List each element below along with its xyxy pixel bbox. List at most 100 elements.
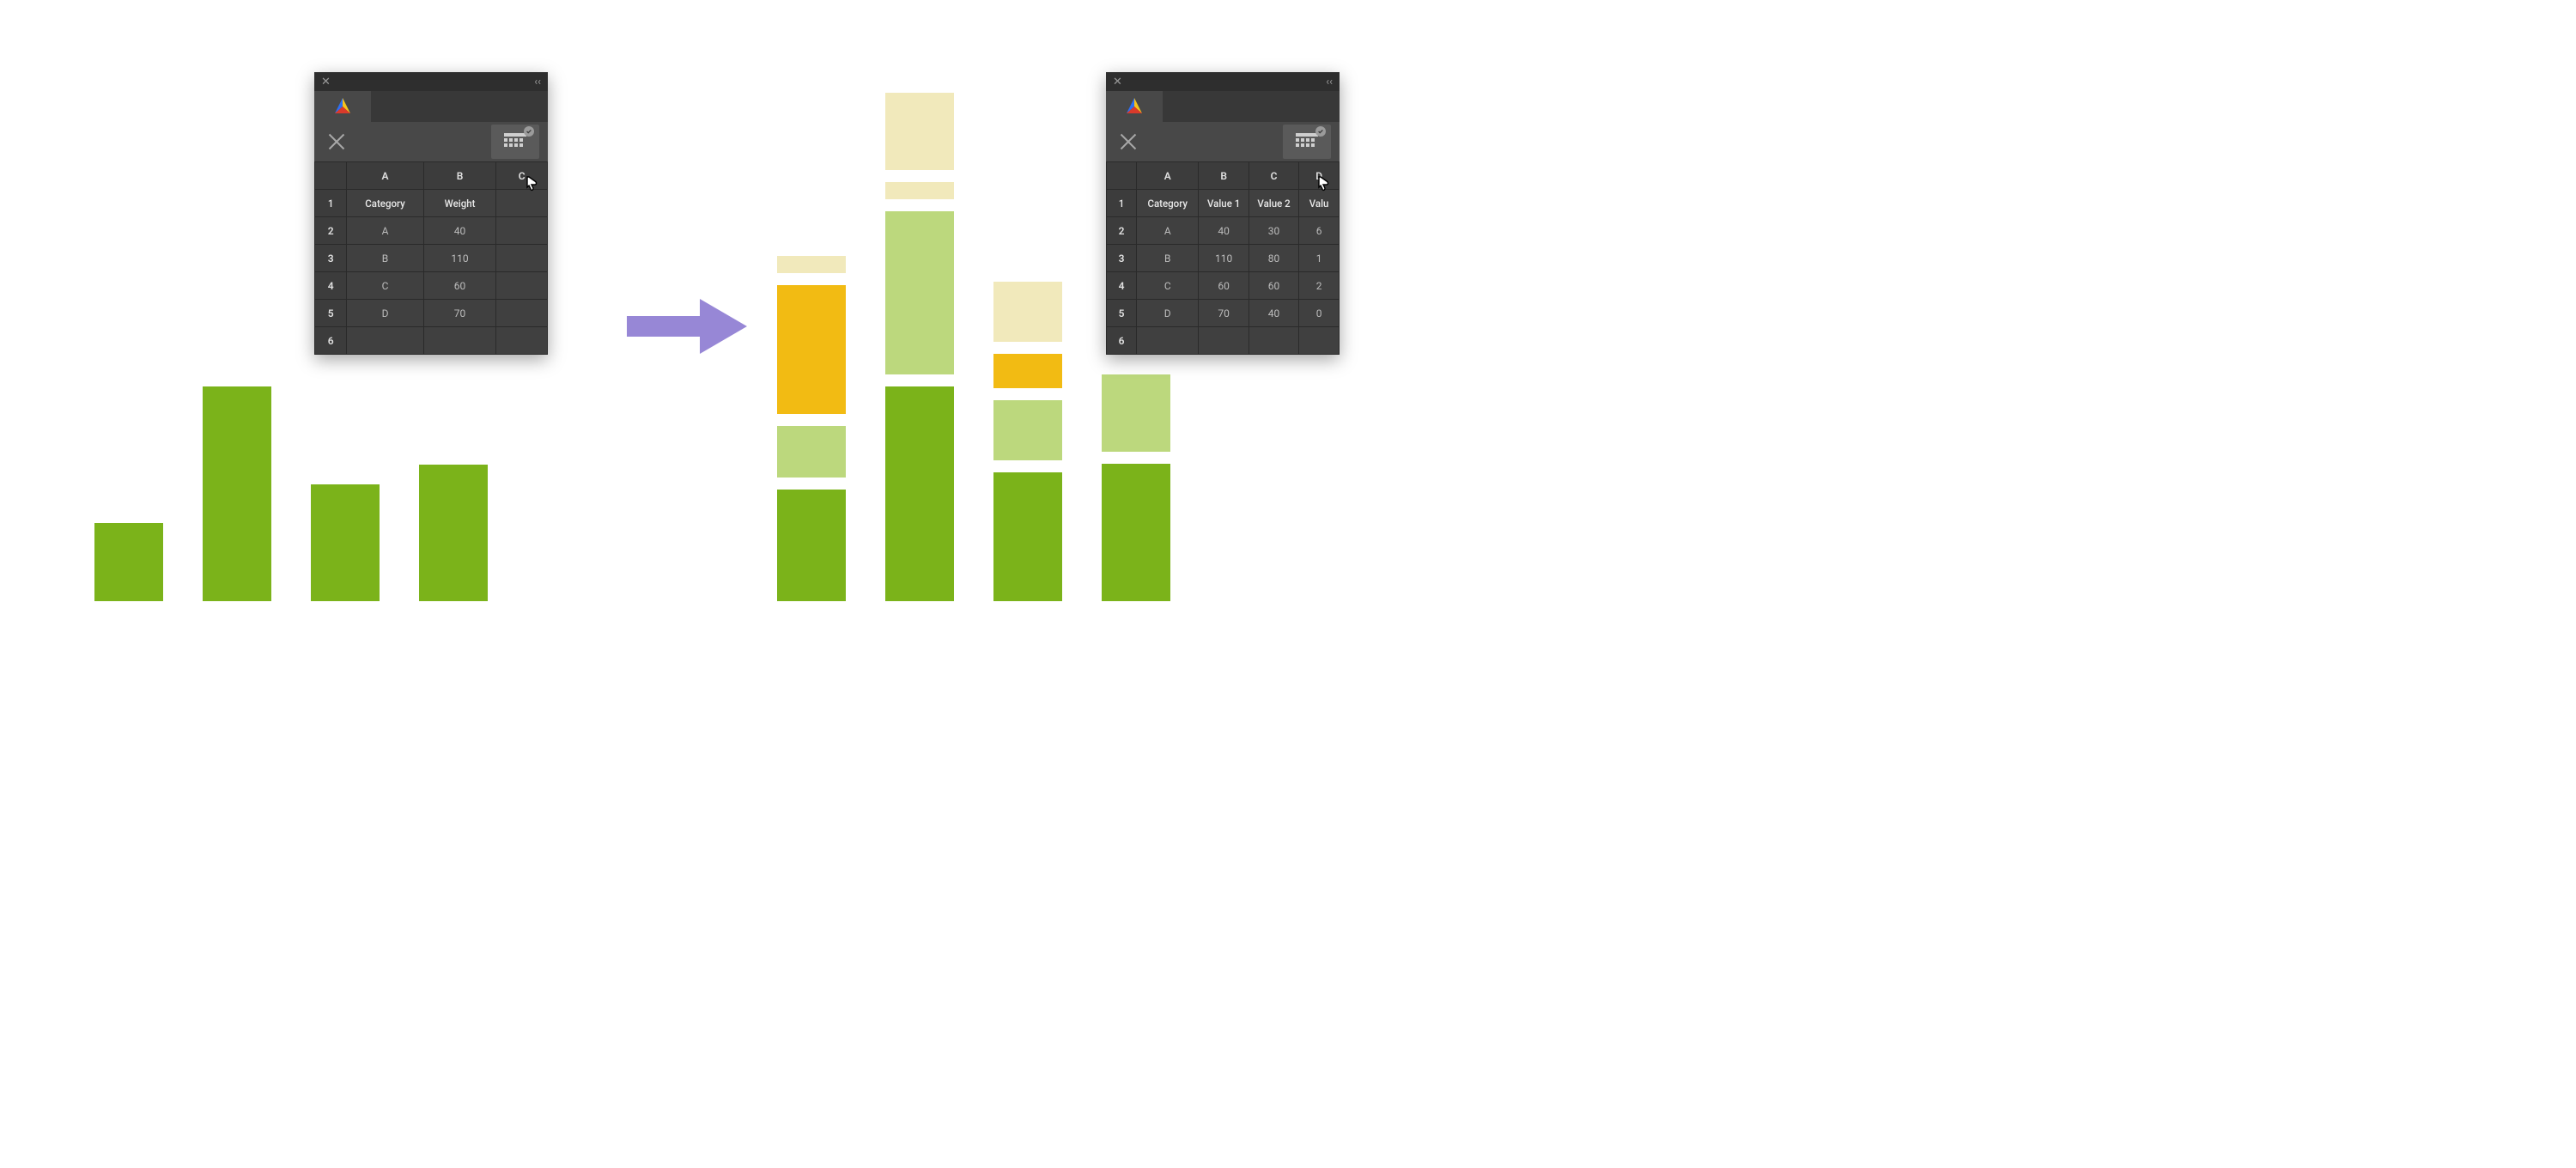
table-cell[interactable]: 40 — [1199, 217, 1249, 245]
col-header[interactable]: B — [423, 162, 496, 190]
bar-segment — [777, 285, 846, 414]
row-number[interactable]: 3 — [1107, 245, 1137, 272]
table-cell[interactable] — [423, 327, 496, 355]
table-mode-button[interactable] — [491, 125, 539, 159]
scene: ✕ ‹‹ — [43, 26, 1417, 627]
row-number[interactable]: 6 — [1107, 327, 1137, 355]
table-row[interactable]: 1CategoryValue 1Value 2Valu — [1107, 190, 1340, 217]
row-number[interactable]: 2 — [315, 217, 347, 245]
table-cell[interactable] — [1137, 327, 1199, 355]
row-number[interactable]: 5 — [1107, 300, 1137, 327]
stacked-bar-C — [993, 282, 1062, 601]
table-cell[interactable] — [496, 300, 548, 327]
table-cell[interactable] — [1299, 327, 1340, 355]
table-cell[interactable]: 30 — [1249, 217, 1298, 245]
table-row[interactable]: 2A40 — [315, 217, 548, 245]
row-number[interactable]: 5 — [315, 300, 347, 327]
table-cell[interactable]: 60 — [1249, 272, 1298, 300]
table-mode-button[interactable] — [1283, 125, 1331, 159]
table-cell[interactable]: 40 — [1249, 300, 1298, 327]
table-cell[interactable]: 110 — [1199, 245, 1249, 272]
col-header[interactable]: B — [1199, 162, 1249, 190]
logo-icon — [331, 96, 354, 117]
table-row[interactable]: 5D70400 — [1107, 300, 1340, 327]
table-cell[interactable]: Category — [1137, 190, 1199, 217]
row-header-corner[interactable] — [1107, 162, 1137, 190]
row-number[interactable]: 3 — [315, 245, 347, 272]
table-cell[interactable]: 6 — [1299, 217, 1340, 245]
col-header[interactable]: C — [1249, 162, 1298, 190]
table-cell[interactable] — [1249, 327, 1298, 355]
bar-B — [203, 386, 271, 601]
table-cell[interactable] — [1199, 327, 1249, 355]
table-cell[interactable]: B — [1137, 245, 1199, 272]
row-number[interactable]: 6 — [315, 327, 347, 355]
panel-titlebar[interactable]: ✕ ‹‹ — [1106, 72, 1340, 91]
table-cell[interactable] — [496, 217, 548, 245]
close-icon[interactable]: ✕ — [1113, 76, 1122, 88]
table-cell[interactable]: 1 — [1299, 245, 1340, 272]
table-cell[interactable] — [347, 327, 424, 355]
table-row[interactable]: 3B110 — [315, 245, 548, 272]
bar-segment — [1102, 464, 1170, 601]
table-cell[interactable]: A — [347, 217, 424, 245]
table-cell[interactable]: C — [1137, 272, 1199, 300]
table-cell[interactable]: Value 2 — [1249, 190, 1298, 217]
table-cell[interactable]: A — [1137, 217, 1199, 245]
table-cell[interactable]: 70 — [1199, 300, 1249, 327]
row-number[interactable]: 2 — [1107, 217, 1137, 245]
arrow-transition — [627, 292, 747, 361]
col-header[interactable]: A — [347, 162, 424, 190]
table-cell[interactable] — [496, 327, 548, 355]
table-cell[interactable]: B — [347, 245, 424, 272]
collapse-icon[interactable]: ‹‹ — [1326, 76, 1333, 88]
table-cell[interactable]: D — [1137, 300, 1199, 327]
panel-titlebar[interactable]: ✕ ‹‹ — [314, 72, 548, 91]
table-cell[interactable]: D — [347, 300, 424, 327]
close-icon[interactable]: ✕ — [321, 76, 331, 88]
row-header-corner[interactable] — [315, 162, 347, 190]
table-cell[interactable]: 60 — [1199, 272, 1249, 300]
table-cell[interactable] — [496, 272, 548, 300]
collapse-icon[interactable]: ‹‹ — [534, 76, 541, 88]
table-cell[interactable]: Value 1 — [1199, 190, 1249, 217]
bar-C — [311, 484, 380, 601]
table-cell[interactable]: 2 — [1299, 272, 1340, 300]
col-header[interactable]: A — [1137, 162, 1199, 190]
table-cell[interactable]: Weight — [423, 190, 496, 217]
data-table-right[interactable]: ABCD1CategoryValue 1Value 2Valu2A403063B… — [1106, 161, 1340, 355]
bar-segment — [993, 472, 1062, 601]
table-row[interactable]: 6 — [315, 327, 548, 355]
panel-tab-logo[interactable] — [1106, 91, 1163, 122]
data-table-left[interactable]: ABC1CategoryWeight2A403B1104C605D706 — [314, 161, 548, 355]
table-row[interactable]: 1CategoryWeight — [315, 190, 548, 217]
table-cell[interactable]: C — [347, 272, 424, 300]
logo-icon — [1123, 96, 1145, 117]
bar-segment — [885, 93, 954, 170]
table-row[interactable]: 4C60 — [315, 272, 548, 300]
check-badge-icon — [1315, 126, 1326, 137]
row-number[interactable]: 1 — [1107, 190, 1137, 217]
row-number[interactable]: 4 — [315, 272, 347, 300]
clear-icon[interactable] — [1118, 131, 1139, 152]
table-cell[interactable]: 60 — [423, 272, 496, 300]
table-row[interactable]: 2A40306 — [1107, 217, 1340, 245]
table-cell[interactable] — [496, 245, 548, 272]
table-cell[interactable]: 110 — [423, 245, 496, 272]
table-cell[interactable]: 40 — [423, 217, 496, 245]
table-cell[interactable]: Category — [347, 190, 424, 217]
table-row[interactable]: 3B110801 — [1107, 245, 1340, 272]
row-number[interactable]: 4 — [1107, 272, 1137, 300]
table-cell[interactable]: 0 — [1299, 300, 1340, 327]
table-cell[interactable]: 70 — [423, 300, 496, 327]
panel-toolbar — [314, 122, 548, 161]
row-number[interactable]: 1 — [315, 190, 347, 217]
table-row[interactable]: 5D70 — [315, 300, 548, 327]
table-row[interactable]: 6 — [1107, 327, 1340, 355]
check-badge-icon — [524, 126, 534, 137]
bar-A — [94, 523, 163, 601]
clear-icon[interactable] — [326, 131, 347, 152]
table-row[interactable]: 4C60602 — [1107, 272, 1340, 300]
table-cell[interactable]: 80 — [1249, 245, 1298, 272]
panel-tab-logo[interactable] — [314, 91, 371, 122]
